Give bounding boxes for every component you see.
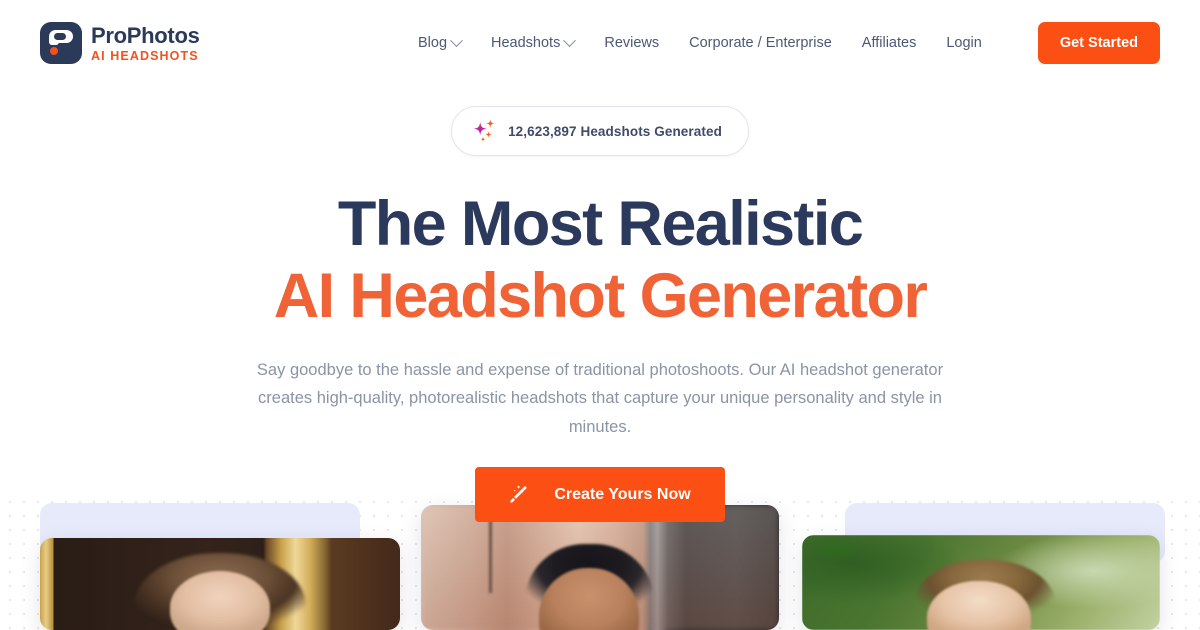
headshots-generated-badge: 12,623,897 Headshots Generated [451, 106, 749, 156]
nav-item-login-label: Login [946, 35, 982, 51]
get-started-button[interactable]: Get Started [1037, 22, 1160, 64]
chevron-down-icon [450, 33, 463, 47]
create-yours-now-label: Create Yours Now [554, 485, 691, 503]
nav-item-headshots-label: Headshots [491, 35, 561, 51]
chevron-down-icon [563, 33, 577, 47]
headline-line-2: AI Headshot Generator [273, 261, 928, 332]
brand-tagline: AI HEADSHOTS [91, 48, 199, 63]
headshot-card-center-photo [421, 505, 779, 630]
nav-item-corporate-enterprise[interactable]: Corporate / Enterprise [689, 35, 832, 51]
brand-wordmark: ProPhotos AI HEADSHOTS [91, 24, 200, 63]
headline-line-1: The Most Realistic [337, 189, 864, 259]
headshot-card-right-photo [802, 535, 1160, 630]
magic-wand-icon [510, 485, 528, 503]
nav-item-affiliates[interactable]: Affiliates [862, 35, 917, 51]
headshots-generated-text: 12,623,897 Headshots Generated [508, 123, 722, 139]
nav-item-reviews[interactable]: Reviews [604, 35, 659, 51]
nav-item-headshots[interactable]: Headshots [491, 33, 577, 51]
nav-item-blog[interactable]: Blog [417, 33, 463, 51]
hero-subcopy: Say goodbye to the hassle and expense of… [256, 361, 944, 436]
nav-item-blog-label: Blog [417, 35, 448, 51]
brand-name: ProPhotos [91, 22, 200, 48]
create-yours-now-button[interactable]: Create Yours Now [475, 467, 725, 523]
headshot-card-left-photo [40, 538, 400, 630]
brand-logo[interactable]: ProPhotos AI HEADSHOTS [40, 22, 200, 64]
nav-item-corporate-enterprise-label: Corporate / Enterprise [689, 35, 832, 51]
nav-item-reviews-label: Reviews [604, 35, 660, 51]
site-header: ProPhotos AI HEADSHOTS Blog Headshots Re… [0, 0, 1200, 86]
main-navigation: Blog Headshots Reviews Corporate / Enter… [418, 22, 1160, 64]
prophotos-logo-mark [40, 22, 82, 64]
nav-item-login[interactable]: Login [946, 35, 981, 51]
hero-section: 12,623,897 Headshots Generated The Most … [0, 86, 1200, 523]
nav-item-affiliates-label: Affiliates [861, 35, 917, 51]
sparkles-icon [473, 119, 495, 142]
page-title: The Most Realistic AI Headshot Generator [0, 190, 1200, 330]
